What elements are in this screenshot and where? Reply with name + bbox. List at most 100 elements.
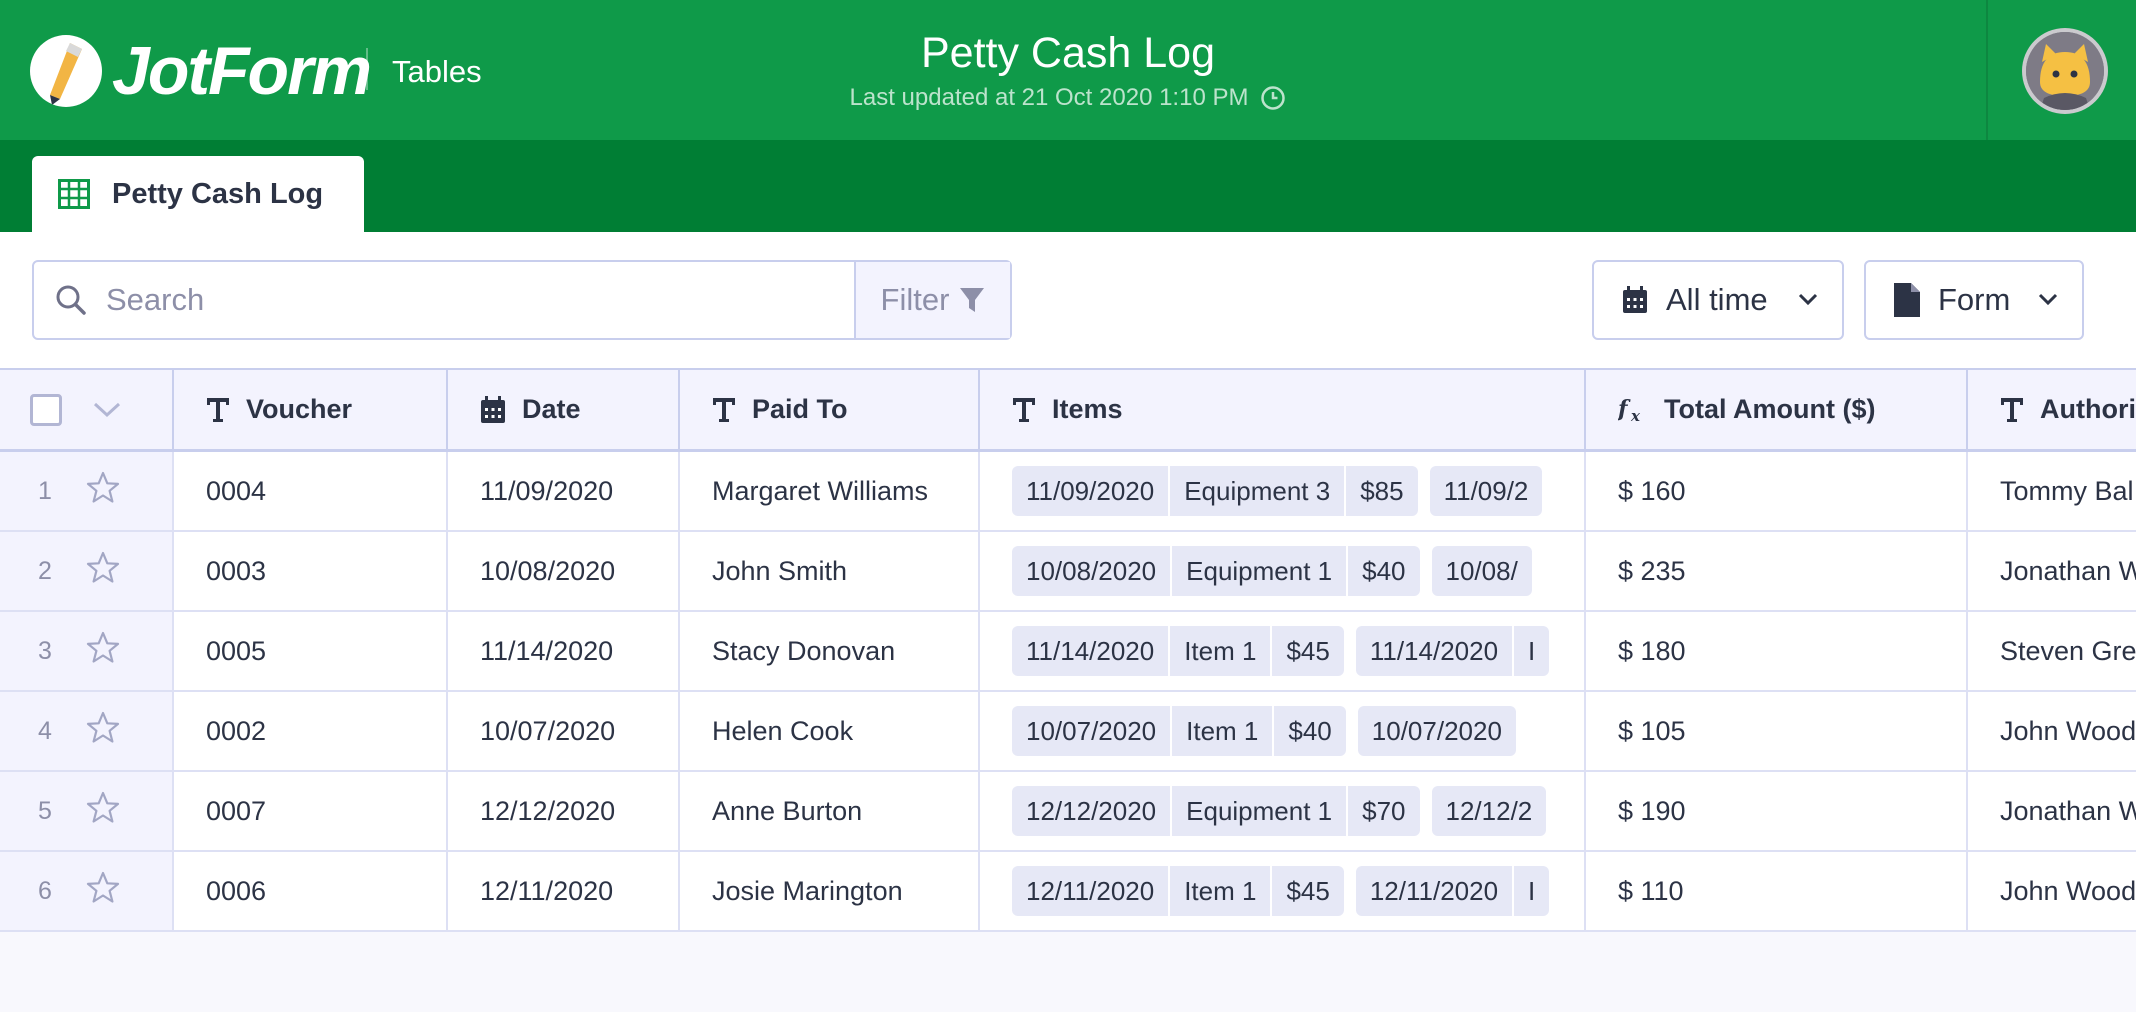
title-area: Petty Cash Log Last updated at 21 Oct 20… — [680, 26, 1456, 112]
date-cell[interactable]: 12/12/2020 — [448, 772, 680, 850]
paid-to-cell[interactable]: Anne Burton — [680, 772, 980, 850]
item-chip-field: Item 1 — [1170, 866, 1273, 916]
date-cell[interactable]: 12/11/2020 — [448, 852, 680, 930]
star-icon[interactable] — [86, 631, 120, 672]
item-chip[interactable]: 11/14/2020 I — [1355, 626, 1550, 676]
total-amount-cell[interactable]: $ 105 — [1586, 692, 1968, 770]
item-chip[interactable]: 10/08/2020 Equipment 1 $40 — [1012, 546, 1420, 596]
clock-icon[interactable] — [1260, 85, 1286, 111]
paid-to-cell[interactable]: John Smith — [680, 532, 980, 610]
items-cell[interactable]: 11/09/2020 Equipment 3 $85 11/09/2 — [980, 452, 1586, 530]
table-row[interactable]: 2 0003 10/08/2020 John Smith 10/08/2020 Equip… — [0, 532, 2136, 612]
items-cell[interactable]: 12/12/2020 Equipment 1 $70 12/12/2 — [980, 772, 1586, 850]
star-icon[interactable] — [86, 791, 120, 832]
item-chip[interactable]: 10/07/2020 Item 1 $40 — [1012, 706, 1346, 756]
tab-bar: Petty Cash Log — [0, 140, 2136, 232]
table-row[interactable]: 5 0007 12/12/2020 Anne Burton 12/12/2020 Equi… — [0, 772, 2136, 852]
voucher-cell[interactable]: 0005 — [174, 612, 448, 690]
star-icon[interactable] — [86, 711, 120, 752]
column-header-date[interactable]: Date — [448, 370, 680, 449]
item-chip[interactable]: 10/07/2020 — [1357, 706, 1516, 756]
user-avatar[interactable] — [2022, 28, 2108, 114]
item-chip-field: 11/09/2020 — [1012, 466, 1171, 516]
tables-label[interactable]: Tables — [392, 54, 482, 90]
voucher-cell[interactable]: 0007 — [174, 772, 448, 850]
authorized-cell[interactable]: Steven Gre — [1968, 612, 2136, 690]
paid-to-cell[interactable]: Margaret Williams — [680, 452, 980, 530]
voucher-cell[interactable]: 0004 — [174, 452, 448, 530]
items-cell[interactable]: 12/11/2020 Item 1 $45 12/11/2020 I — [980, 852, 1586, 930]
items-cell[interactable]: 10/07/2020 Item 1 $40 10/07/2020 — [980, 692, 1586, 770]
total-amount-cell[interactable]: $ 180 — [1586, 612, 1968, 690]
item-chip-field: I — [1528, 636, 1536, 666]
table-row[interactable]: 3 0005 11/14/2020 Stacy Donovan 11/14/2020 It… — [0, 612, 2136, 692]
authorized-cell[interactable]: John Wood — [1968, 692, 2136, 770]
logo-text: JotForm — [112, 33, 372, 109]
form-dropdown[interactable]: Form — [1864, 260, 2084, 340]
item-chip[interactable]: 12/11/2020 I — [1355, 866, 1550, 916]
item-chip[interactable]: 11/09/2 — [1429, 466, 1543, 516]
funnel-icon — [960, 288, 985, 312]
column-label: Paid To — [752, 394, 848, 424]
item-chip-field: Item 1 — [1170, 626, 1273, 676]
formula-icon: fx — [1618, 396, 1641, 424]
total-amount-cell[interactable]: $ 160 — [1586, 452, 1968, 530]
date-cell[interactable]: 11/09/2020 — [448, 452, 680, 530]
chevron-down-icon[interactable] — [92, 401, 122, 419]
tab-petty-cash-log[interactable]: Petty Cash Log — [32, 156, 364, 232]
paid-to-cell[interactable]: Stacy Donovan — [680, 612, 980, 690]
search-input[interactable] — [106, 282, 826, 318]
table-row[interactable]: 1 0004 11/09/2020 Margaret Williams 11/09/20… — [0, 452, 2136, 532]
star-icon[interactable] — [86, 871, 120, 912]
voucher-cell[interactable]: 0002 — [174, 692, 448, 770]
column-label: Total Amount ($) — [1664, 394, 1876, 424]
column-header-voucher[interactable]: Voucher — [174, 370, 448, 449]
authorized-cell[interactable]: John Wood — [1968, 852, 2136, 930]
date-cell[interactable]: 10/08/2020 — [448, 532, 680, 610]
last-updated-text: Last updated at 21 Oct 2020 1:10 PM — [849, 84, 1249, 111]
table-row[interactable]: 6 0006 12/11/2020 Josie Marington 12/11/2020… — [0, 852, 2136, 932]
item-chip[interactable]: 11/09/2020 Equipment 3 $85 — [1012, 466, 1418, 516]
star-icon[interactable] — [86, 551, 120, 592]
item-chip-field: $40 — [1362, 556, 1406, 586]
authorized-cell[interactable]: Tommy Bal — [1968, 452, 2136, 530]
table-row[interactable]: 4 0002 10/07/2020 Helen Cook 10/07/2020 Item … — [0, 692, 2136, 772]
item-chips: 11/09/2020 Equipment 3 $85 11/09/2 — [1012, 466, 1554, 516]
item-chip[interactable]: 11/14/2020 Item 1 $45 — [1012, 626, 1344, 676]
column-header-paid-to[interactable]: Paid To — [680, 370, 980, 449]
row-number: 5 — [38, 796, 52, 825]
authorized-cell[interactable]: Jonathan W — [1968, 532, 2136, 610]
page-title[interactable]: Petty Cash Log — [680, 26, 1456, 80]
top-bar: JotForm Tables Petty Cash Log Last updat… — [0, 0, 2136, 140]
tab-label: Petty Cash Log — [112, 177, 324, 210]
date-cell[interactable]: 10/07/2020 — [448, 692, 680, 770]
voucher-cell[interactable]: 0006 — [174, 852, 448, 930]
total-amount-cell[interactable]: $ 110 — [1586, 852, 1968, 930]
paid-to-cell[interactable]: Helen Cook — [680, 692, 980, 770]
time-range-dropdown[interactable]: All time — [1592, 260, 1844, 340]
items-cell[interactable]: 11/14/2020 Item 1 $45 11/14/2020 I — [980, 612, 1586, 690]
item-chip[interactable]: 12/11/2020 Item 1 $45 — [1012, 866, 1344, 916]
jotform-logo[interactable]: JotForm — [30, 32, 372, 110]
date-cell[interactable]: 11/14/2020 — [448, 612, 680, 690]
select-all-checkbox[interactable] — [30, 393, 62, 426]
star-icon[interactable] — [86, 471, 120, 512]
form-label: Form — [1938, 282, 2011, 317]
item-chip[interactable]: 12/12/2 — [1431, 786, 1547, 836]
item-chip[interactable]: 10/08/ — [1431, 546, 1532, 596]
item-chip[interactable]: 12/12/2020 Equipment 1 $70 — [1012, 786, 1420, 836]
total-amount-cell[interactable]: $ 190 — [1586, 772, 1968, 850]
column-header-total-amount[interactable]: fx Total Amount ($) — [1586, 370, 1968, 449]
paid-to-cell[interactable]: Josie Marington — [680, 852, 980, 930]
authorized-cell[interactable]: Jonathan W — [1968, 772, 2136, 850]
row-number: 6 — [38, 876, 52, 905]
filter-button[interactable]: Filter — [854, 262, 1010, 338]
total-amount-cell[interactable]: $ 235 — [1586, 532, 1968, 610]
items-cell[interactable]: 10/08/2020 Equipment 1 $40 10/08/ — [980, 532, 1586, 610]
row-controls: 5 — [0, 772, 174, 850]
chevron-down-icon — [1798, 293, 1818, 306]
column-header-authorized[interactable]: Authori — [1968, 370, 2136, 449]
column-header-items[interactable]: Items — [980, 370, 1586, 449]
calendar-icon — [481, 395, 505, 423]
voucher-cell[interactable]: 0003 — [174, 532, 448, 610]
